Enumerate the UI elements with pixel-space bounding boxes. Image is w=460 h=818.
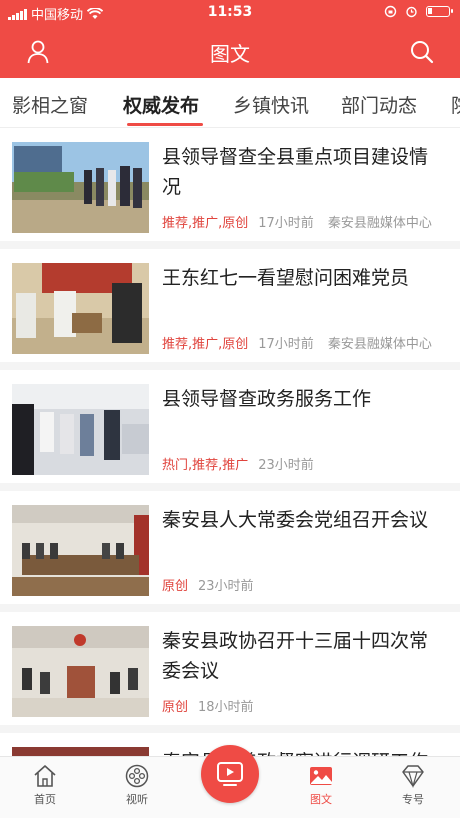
news-list: 县领导督查全县重点项目建设情况 推荐,推广,原创 17小时前 秦安县融媒体中心 王东…	[0, 128, 460, 756]
news-title: 县领导督查政务服务工作	[162, 388, 372, 410]
news-item[interactable]: 秦安县人大常委会党组召开会议 原创 23小时前	[0, 491, 460, 612]
news-tags: 推荐,推广,原创	[162, 216, 249, 231]
nav-articles-label: 图文	[310, 793, 332, 806]
news-item[interactable]: 王东红七一看望慰问困难党员 推荐,推广,原创 17小时前 秦安县融媒体中心	[0, 249, 460, 370]
nav-channels[interactable]: 专号	[383, 763, 443, 807]
nav-home[interactable]: 首页	[15, 763, 75, 807]
rotation-lock-icon	[384, 5, 397, 18]
news-tags: 原创	[162, 700, 189, 715]
news-title: 县领导督查全县重点项目建设情况	[162, 146, 429, 198]
news-item[interactable]: 县领导督查全县重点项目建设情况 推荐,推广,原创 17小时前 秦安县融媒体中心	[0, 128, 460, 249]
news-meta: 原创 23小时前	[162, 575, 254, 594]
news-tags: 热门,推荐,推广	[162, 458, 249, 473]
news-meta: 原创 18小时前	[162, 696, 254, 715]
diamond-icon	[402, 765, 424, 789]
film-reel-icon	[125, 764, 149, 788]
bottom-nav: 首页 视听 图文 专号	[0, 745, 460, 818]
news-thumbnail	[12, 384, 149, 475]
tab-image-window[interactable]: 影相之窗	[12, 91, 88, 118]
news-item[interactable]: 县领导督查政务服务工作 热门,推荐,推广 23小时前	[0, 370, 460, 491]
news-thumbnail	[12, 626, 149, 717]
category-tabs: 影相之窗 权威发布 乡镇快讯 部门动态 院	[0, 78, 460, 128]
news-item[interactable]: 秦安县政协召开十三届十四次常委会议 原创 18小时前	[0, 612, 460, 733]
nav-articles[interactable]: 图文	[291, 763, 351, 807]
news-time: 23小时前	[258, 458, 314, 473]
nav-video-label: 视听	[126, 793, 148, 806]
news-thumbnail	[12, 505, 149, 596]
news-meta: 推荐,推广,原创 17小时前 秦安县融媒体中心	[162, 333, 432, 352]
battery-icon	[426, 6, 453, 17]
top-bar: 中国移动 11:53 图文	[0, 0, 460, 78]
news-time: 18小时前	[198, 700, 254, 715]
news-source: 秦安县融媒体中心	[327, 216, 432, 231]
active-tab-indicator	[127, 123, 203, 126]
news-title: 秦安县人大常委会党组召开会议	[162, 509, 429, 531]
news-time: 17小时前	[258, 337, 314, 352]
live-tv-button[interactable]	[201, 745, 259, 803]
tab-official-release[interactable]: 权威发布	[123, 91, 199, 118]
tab-township-news[interactable]: 乡镇快讯	[233, 91, 309, 118]
news-meta: 热门,推荐,推广 23小时前	[162, 454, 314, 473]
news-title: 秦安县政协召开十三届十四次常委会议	[162, 630, 429, 682]
tab-department-news[interactable]: 部门动态	[341, 91, 417, 118]
news-thumbnail	[12, 263, 149, 354]
nav-home-label: 首页	[34, 793, 56, 806]
news-thumbnail	[12, 747, 149, 756]
news-meta: 推荐,推广,原创 17小时前 秦安县融媒体中心	[162, 212, 432, 231]
tab-more[interactable]: 院	[451, 91, 460, 118]
home-icon	[34, 765, 56, 787]
nav-video[interactable]: 视听	[107, 763, 167, 807]
alarm-icon	[406, 6, 417, 18]
news-tags: 推荐,推广,原创	[162, 337, 249, 352]
tv-play-icon	[217, 762, 243, 786]
status-bar: 中国移动 11:53	[0, 0, 460, 26]
image-icon	[310, 767, 332, 785]
news-thumbnail	[12, 142, 149, 233]
page-title: 图文	[210, 42, 250, 66]
news-tags: 原创	[162, 579, 189, 594]
news-source: 秦安县融媒体中心	[327, 337, 432, 352]
news-time: 17小时前	[258, 216, 314, 231]
news-time: 23小时前	[198, 579, 254, 594]
news-title: 王东红七一看望慰问困难党员	[162, 267, 410, 289]
search-icon[interactable]	[408, 38, 436, 66]
nav-channels-label: 专号	[402, 793, 424, 806]
header: 图文	[0, 26, 460, 78]
